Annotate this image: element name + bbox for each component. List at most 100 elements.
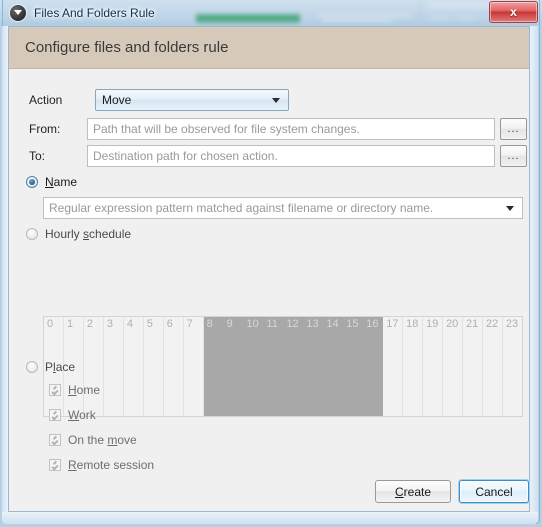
to-label-wrap: To: [29, 149, 45, 163]
hour-cell-label: 15 [346, 318, 359, 330]
action-dropdown[interactable]: Move [95, 89, 289, 111]
hour-cell-label: 16 [366, 318, 379, 330]
to-browse-button[interactable]: ... [500, 145, 527, 167]
hour-cell-label: 2 [86, 318, 94, 330]
hour-cell-22[interactable]: 22 [482, 317, 503, 416]
radio-name-rest: ame [53, 175, 78, 189]
name-pattern-combo[interactable]: Regular expression pattern matched again… [43, 197, 523, 219]
radio-place[interactable]: Place [26, 360, 75, 374]
checkbox-mnemonic: W [68, 408, 80, 422]
hour-cell-2[interactable]: 2 [83, 317, 104, 416]
hour-cell-label: 5 [146, 318, 153, 330]
checkbox-remote-session[interactable]: Remote session [49, 458, 154, 472]
hour-cell-label: 21 [466, 318, 479, 330]
from-input[interactable]: Path that will be observed for file syst… [87, 118, 495, 140]
chevron-down-icon [506, 205, 514, 211]
from-label-wrap: From: [29, 122, 60, 136]
action-label-wrap: Action [29, 93, 62, 107]
banner-heading: Configure files and folders rule [25, 39, 229, 56]
hour-cell-13[interactable]: 13 [303, 317, 324, 416]
hour-cell-label: 13 [306, 318, 319, 330]
name-pattern-placeholder: Regular expression pattern matched again… [49, 201, 434, 215]
hour-cell-10[interactable]: 10 [243, 317, 264, 416]
hour-cell-18[interactable]: 18 [403, 317, 424, 416]
action-label: Action [29, 93, 63, 107]
radio-name[interactable]: Name [26, 175, 77, 189]
hour-cell-label: 12 [286, 318, 299, 330]
to-input[interactable]: Destination path for chosen action. [87, 145, 495, 167]
radio-name-indicator [26, 176, 38, 188]
action-dropdown-value: Move [102, 93, 132, 107]
hour-cell-23[interactable]: 23 [502, 317, 522, 416]
hour-cell-label: 1 [66, 318, 74, 330]
window-frame-bottom [2, 512, 538, 524]
hourly-schedule-grid[interactable]: 0 1 2 3 4 5 6 7 8 9 10 11 12 13 14 15 16 17 18 19 20 21 22 23 [43, 316, 523, 417]
close-button[interactable]: x [489, 1, 538, 23]
checkbox-mnemonic: m [107, 433, 118, 447]
dialog-banner: Configure files and folders rule [9, 27, 529, 69]
hour-cell-19[interactable]: 19 [423, 317, 444, 416]
hour-cell-8[interactable]: 8 [203, 317, 224, 416]
window-frame-right [530, 26, 538, 520]
create-mnemonic: C [394, 484, 404, 499]
from-input-placeholder: Path that will be observed for file syst… [93, 122, 360, 136]
hour-cell-label: 19 [426, 318, 439, 330]
radio-hourly-schedule-indicator [26, 228, 38, 240]
hour-cell-label: 22 [485, 318, 499, 330]
hour-cell-15[interactable]: 15 [343, 317, 364, 416]
triangle-circle-icon [10, 5, 26, 21]
to-label: To: [29, 149, 46, 163]
hour-cell-label: 6 [166, 318, 173, 330]
hour-cell-label: 18 [406, 318, 419, 330]
hour-cell-label: 11 [266, 318, 278, 330]
hour-cell-20[interactable]: 20 [443, 317, 464, 416]
hour-cell-16[interactable]: 16 [363, 317, 384, 416]
create-post: reate [403, 484, 432, 499]
hour-cell-label: 4 [126, 318, 133, 330]
hour-cell-label: 10 [246, 318, 259, 330]
radio-hourly-schedule-label: Hourly schedule [45, 227, 131, 241]
window-title: Files And Folders Rule [34, 6, 155, 20]
radio-hourly-post: chedule [89, 227, 132, 241]
hour-cell-label: 20 [446, 318, 459, 330]
checkbox-indicator [49, 434, 61, 446]
radio-place-post: ace [55, 360, 76, 374]
hour-cell-7[interactable]: 7 [183, 317, 204, 416]
radio-hourly-schedule[interactable]: Hourly schedule [26, 227, 131, 241]
checkbox-work[interactable]: Work [49, 408, 96, 422]
radio-place-label: Place [45, 360, 75, 374]
hour-cell-5[interactable]: 5 [143, 317, 164, 416]
from-browse-button[interactable]: ... [500, 118, 527, 140]
hour-cell-9[interactable]: 9 [223, 317, 244, 416]
chevron-down-icon [272, 97, 280, 103]
hour-cell-11[interactable]: 11 [263, 317, 284, 416]
hour-cell-4[interactable]: 4 [123, 317, 144, 416]
radio-name-label: Name [45, 175, 77, 189]
from-label: From: [29, 122, 61, 136]
create-button[interactable]: Create [375, 480, 451, 503]
checkbox-on-the-move[interactable]: On the move [49, 433, 137, 447]
hour-cell-6[interactable]: 6 [163, 317, 184, 416]
checkbox-indicator [49, 384, 61, 396]
hour-cell-label: 23 [505, 318, 519, 330]
checkbox-indicator [49, 459, 61, 471]
hour-cell-14[interactable]: 14 [323, 317, 344, 416]
checkbox-mnemonic: H [68, 383, 77, 397]
to-input-placeholder: Destination path for chosen action. [93, 149, 278, 163]
hour-cell-label: 0 [47, 318, 54, 330]
hour-cell-21[interactable]: 21 [463, 317, 483, 416]
cancel-button[interactable]: Cancel [459, 480, 529, 503]
hour-cell-label: 8 [206, 318, 213, 330]
hour-cell-12[interactable]: 12 [283, 317, 304, 416]
radio-place-indicator [26, 361, 38, 373]
hour-cell-3[interactable]: 3 [103, 317, 124, 416]
hour-cell-label: 9 [226, 318, 233, 330]
checkbox-label: On the move [68, 433, 137, 447]
checkbox-mnemonic: R [68, 458, 77, 472]
hour-cell-17[interactable]: 17 [383, 317, 404, 416]
checkbox-home[interactable]: Home [49, 383, 100, 397]
hour-cell-label: 14 [326, 318, 339, 330]
checkbox-label: Work [68, 408, 96, 422]
title-bar: Files And Folders Rule x [0, 0, 542, 26]
hour-cell-label: 17 [386, 318, 399, 330]
